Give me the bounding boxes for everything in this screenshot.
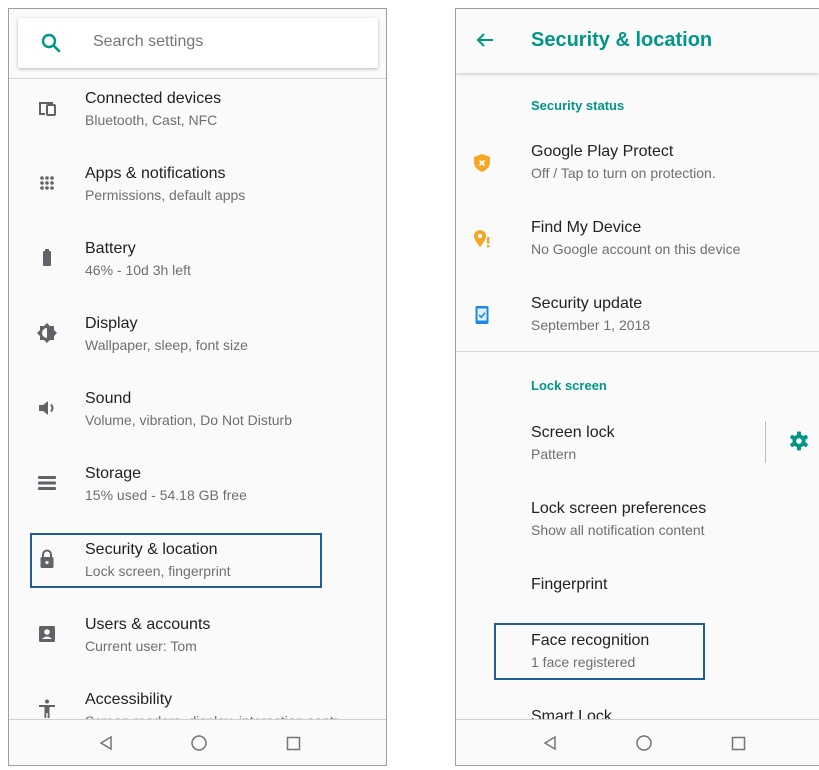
page-title: Security & location [531,29,713,51]
item-subtitle: Wallpaper, sleep, font size [85,337,248,353]
settings-screen: Search settings Connected devices Blueto… [8,8,387,766]
search-input[interactable]: Search settings [93,33,203,51]
item-security-update[interactable]: Security update September 1, 2018 [456,291,819,351]
navigation-bar [456,719,819,765]
item-title: Security update [531,295,643,312]
item-google-play-protect[interactable]: Google Play Protect Off / Tap to turn on… [456,139,819,199]
item-subtitle: Permissions, default apps [85,187,246,203]
security-location-screen: Security & location Security status Goog… [455,8,819,766]
item-title: Screen lock [531,424,615,441]
settings-item-apps-notifications[interactable]: Apps & notifications Permissions, defaul… [9,161,386,227]
item-subtitle: Bluetooth, Cast, NFC [85,112,218,128]
location-warning-icon [470,227,494,251]
item-subtitle: Volume, vibration, Do Not Disturb [85,412,292,428]
divider [9,78,386,79]
phone-check-icon [470,303,494,327]
item-title: Sound [85,390,132,407]
settings-item-sound[interactable]: Sound Volume, vibration, Do Not Disturb [9,386,386,452]
highlight-frame [30,533,322,588]
item-title: Fingerprint [531,576,608,593]
item-subtitle: September 1, 2018 [531,317,651,333]
search-icon [41,33,61,53]
item-title: Storage [85,465,142,482]
item-title: Apps & notifications [85,165,226,182]
section-header-security-status: Security status [531,98,625,113]
item-subtitle: 15% used - 54.18 GB free [85,487,247,503]
devices-icon [36,97,58,119]
item-subtitle: No Google account on this device [531,241,741,257]
recents-square-icon[interactable] [728,733,748,753]
item-title: Battery [85,240,136,257]
item-lock-screen-preferences[interactable]: Lock screen preferences Show all notific… [456,496,819,556]
account-icon [36,623,58,645]
shield-warning-icon [470,151,494,175]
recents-square-icon[interactable] [283,733,303,753]
item-title: Connected devices [85,90,222,107]
battery-icon [36,247,58,269]
settings-item-display[interactable]: Display Wallpaper, sleep, font size [9,311,386,377]
item-title: Accessibility [85,691,173,708]
item-subtitle: Show all notification content [531,522,705,538]
item-title: Lock screen preferences [531,500,707,517]
divider [765,421,766,463]
gear-icon[interactable] [788,430,810,452]
settings-item-storage[interactable]: Storage 15% used - 54.18 GB free [9,461,386,527]
navigation-bar [9,719,386,765]
highlight-frame [494,623,705,680]
item-title: Google Play Protect [531,143,674,160]
settings-item-battery[interactable]: Battery 46% - 10d 3h left [9,236,386,302]
app-bar: Security & location [456,9,819,73]
item-title: Find My Device [531,219,642,236]
section-header-lock-screen: Lock screen [531,378,607,393]
back-arrow-icon[interactable] [474,29,496,51]
home-circle-icon[interactable] [189,733,209,753]
home-circle-icon[interactable] [634,733,654,753]
brightness-icon [36,322,58,344]
back-triangle-icon[interactable] [96,733,116,753]
settings-item-connected-devices[interactable]: Connected devices Bluetooth, Cast, NFC [9,86,386,152]
storage-icon [36,472,58,494]
item-subtitle: Off / Tap to turn on protection. [531,165,716,181]
back-triangle-icon[interactable] [540,733,560,753]
settings-item-users-accounts[interactable]: Users & accounts Current user: Tom [9,612,386,678]
accessibility-icon [36,698,58,720]
volume-icon [36,397,58,419]
item-subtitle: Pattern [531,446,577,462]
item-find-my-device[interactable]: Find My Device No Google account on this… [456,215,819,275]
item-subtitle: Current user: Tom [85,638,197,654]
item-subtitle: 46% - 10d 3h left [85,262,191,278]
divider [456,351,819,352]
item-title: Users & accounts [85,616,211,633]
search-bar[interactable]: Search settings [18,18,378,68]
item-title: Display [85,315,138,332]
apps-grid-icon [36,172,58,194]
